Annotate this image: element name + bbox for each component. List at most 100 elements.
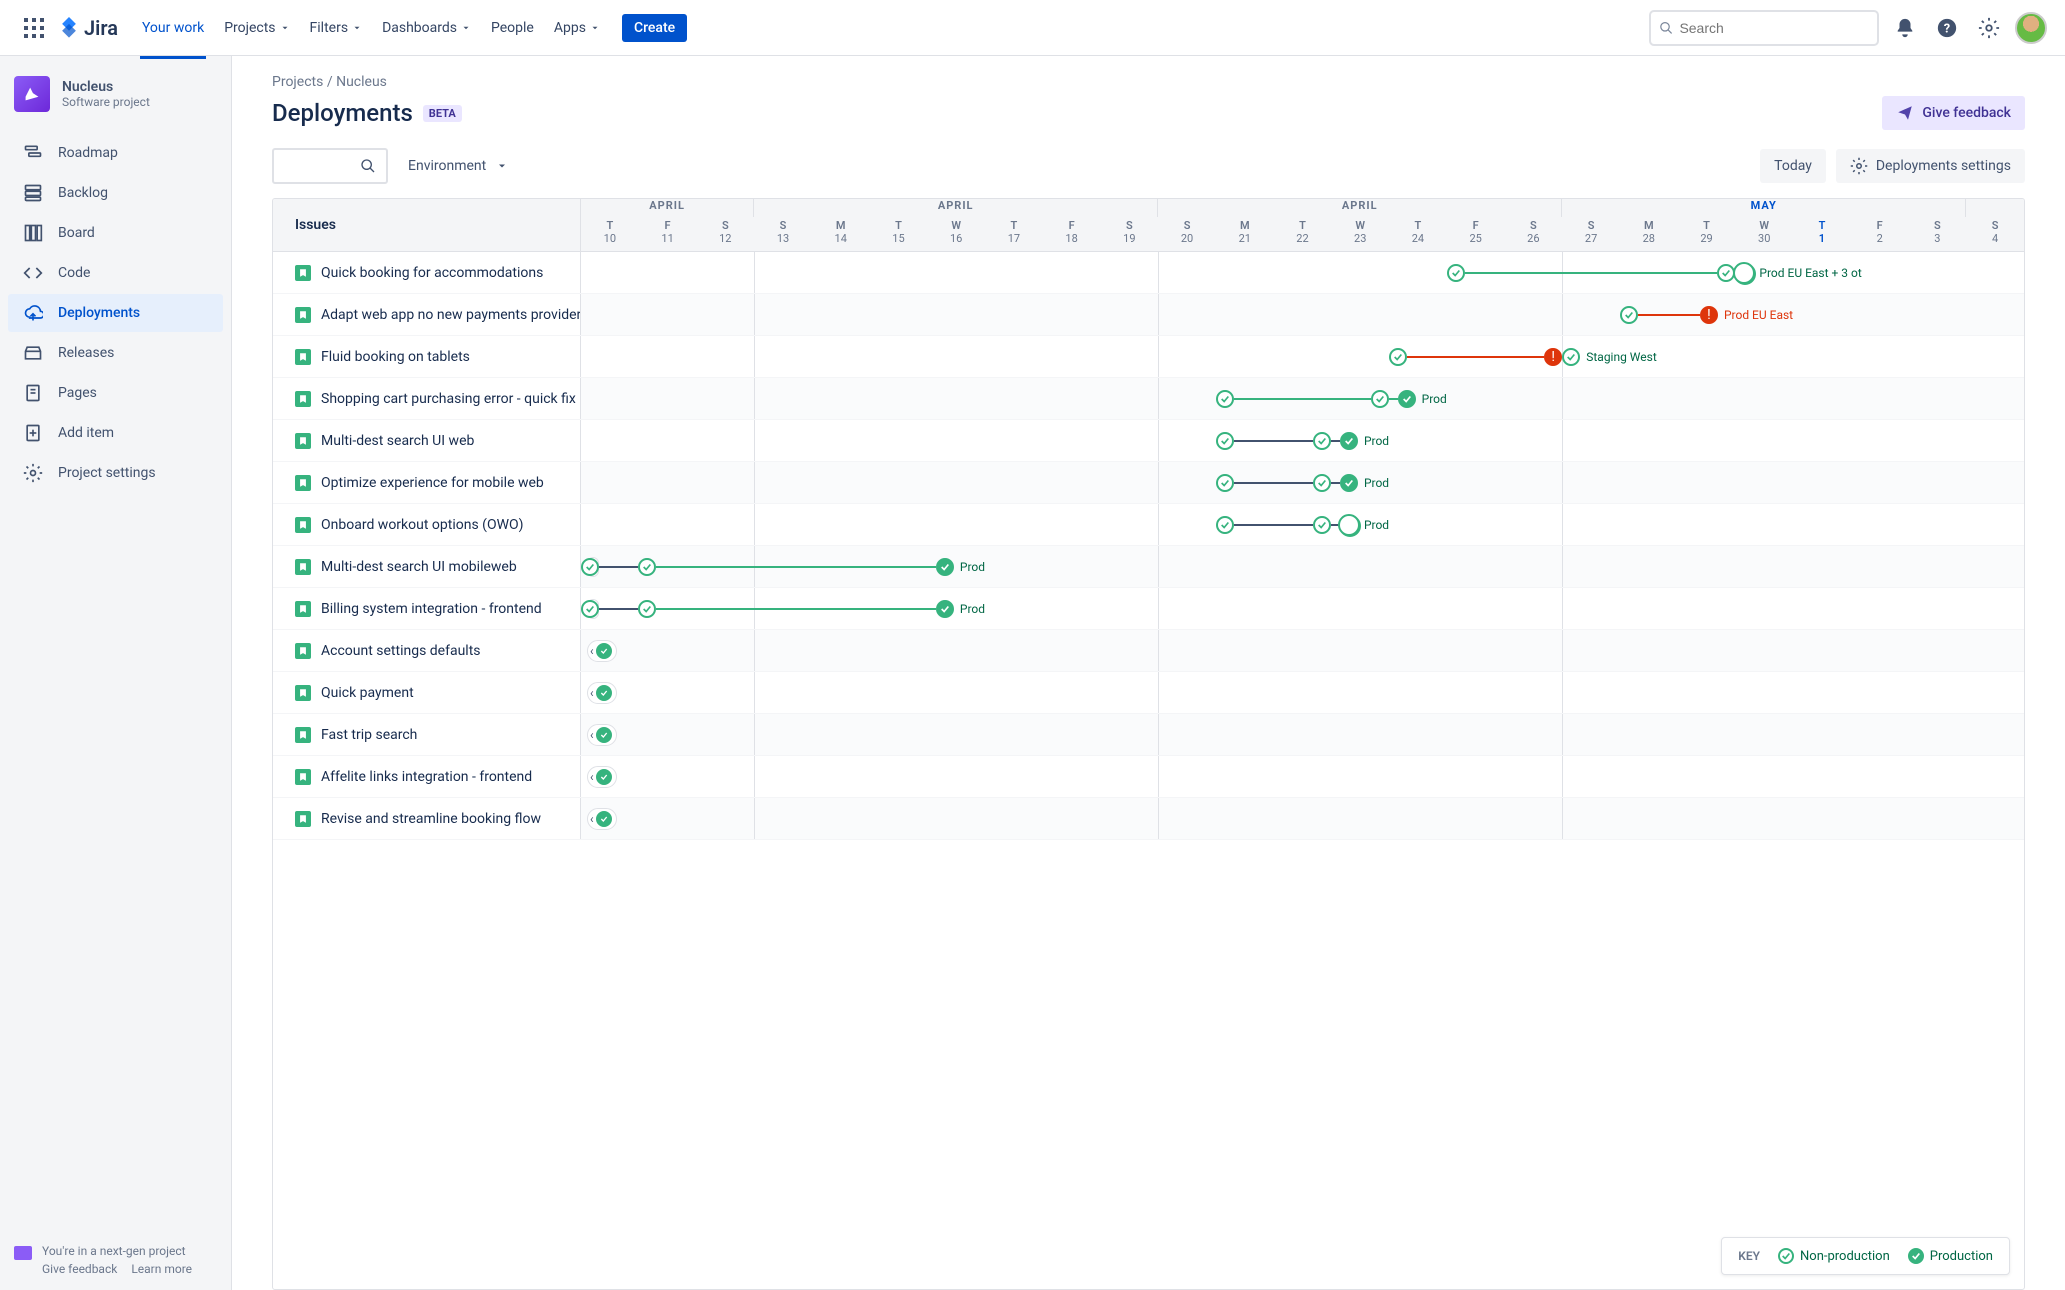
legend-key-label: KEY: [1738, 1249, 1760, 1263]
deployments-settings-button[interactable]: Deployments settings: [1836, 149, 2025, 183]
deployment-segment[interactable]: Prod: [1389, 390, 1447, 408]
offscreen-chevron[interactable]: ‹: [587, 682, 617, 704]
timeline-cell: ‹: [581, 630, 2024, 671]
help-icon[interactable]: ?: [1931, 12, 1963, 44]
story-icon: [295, 517, 311, 533]
deployment-segment[interactable]: Prod: [656, 558, 985, 576]
global-search[interactable]: [1649, 10, 1879, 46]
notifications-icon[interactable]: [1889, 12, 1921, 44]
sidebar-item-add-item[interactable]: Add item: [8, 414, 223, 452]
issue-cell[interactable]: Fluid booking on tablets: [273, 336, 581, 377]
timeline-cell: Prod: [581, 504, 2024, 545]
environment-dropdown[interactable]: Environment: [408, 158, 508, 174]
issue-cell[interactable]: Billing system integration - frontend: [273, 588, 581, 629]
timeline-cell: Prod: [581, 462, 2024, 503]
deployment-segment[interactable]: [1216, 390, 1389, 408]
issue-cell[interactable]: Onboard workout options (OWO): [273, 504, 581, 545]
search-input[interactable]: [1679, 20, 1869, 36]
table-row: Multi-dest search UI web Prod: [273, 420, 2024, 462]
issue-cell[interactable]: Revise and streamline booking flow: [273, 798, 581, 839]
deployment-segment[interactable]: !: [1389, 348, 1562, 366]
issue-cell[interactable]: Quick payment: [273, 672, 581, 713]
nav-people[interactable]: People: [481, 14, 544, 42]
timeline-cell: ‹: [581, 672, 2024, 713]
deployment-segment[interactable]: Prod: [1331, 432, 1389, 450]
offscreen-chevron[interactable]: ‹: [587, 766, 617, 788]
sidebar-item-backlog[interactable]: Backlog: [8, 174, 223, 212]
deployment-segment[interactable]: [581, 558, 656, 576]
footer-feedback-link[interactable]: Give feedback: [42, 1262, 117, 1276]
apps-switcher-icon[interactable]: [18, 12, 50, 44]
table-row: Shopping cart purchasing error - quick f…: [273, 378, 2024, 420]
deployment-segment[interactable]: Prod: [1331, 516, 1389, 534]
toolbar: Environment Today Deployments settings: [272, 148, 2025, 184]
deployment-segment[interactable]: Prod: [656, 600, 985, 618]
story-icon: [295, 265, 311, 281]
footer-line: You're in a next-gen project: [42, 1244, 192, 1258]
give-feedback-button[interactable]: Give feedback: [1882, 96, 2025, 130]
search-icon: [1659, 20, 1673, 36]
crumb-project[interactable]: Nucleus: [336, 74, 387, 90]
create-button[interactable]: Create: [622, 14, 687, 42]
sidebar-item-project-settings[interactable]: Project settings: [8, 454, 223, 492]
offscreen-chevron[interactable]: ‹: [587, 808, 617, 830]
nav-projects[interactable]: Projects: [214, 14, 299, 42]
story-icon: [295, 349, 311, 365]
code-icon: [22, 263, 44, 283]
jira-logo[interactable]: Jira: [58, 16, 118, 40]
issue-cell[interactable]: Affelite links integration - frontend: [273, 756, 581, 797]
table-row: Multi-dest search UI mobileweb‹Prod: [273, 546, 2024, 588]
deployment-segment[interactable]: Staging West: [1562, 348, 1620, 366]
table-row: Affelite links integration - frontend ‹: [273, 756, 2024, 798]
issue-cell[interactable]: Optimize experience for mobile web: [273, 462, 581, 503]
issue-cell[interactable]: Account settings defaults: [273, 630, 581, 671]
issue-cell[interactable]: Quick booking for accommodations: [273, 252, 581, 293]
deployment-segment[interactable]: [1216, 432, 1331, 450]
pages-icon: [22, 383, 44, 403]
offscreen-chevron[interactable]: ‹: [587, 640, 617, 662]
project-name: Nucleus: [62, 79, 150, 95]
deployment-segment[interactable]: !Prod EU East: [1620, 306, 1793, 324]
story-icon: [295, 811, 311, 827]
deployment-segment[interactable]: [1216, 516, 1331, 534]
content: Projects / Nucleus Deployments BETA Give…: [232, 56, 2065, 1290]
sidebar: Nucleus Software project RoadmapBacklogB…: [0, 56, 232, 1290]
issue-cell[interactable]: Multi-dest search UI mobileweb: [273, 546, 581, 587]
footer-learn-link[interactable]: Learn more: [131, 1262, 192, 1276]
nav-filters[interactable]: Filters: [300, 14, 373, 42]
issue-cell[interactable]: Multi-dest search UI web: [273, 420, 581, 461]
sidebar-item-code[interactable]: Code: [8, 254, 223, 292]
nav-dashboards[interactable]: Dashboards: [372, 14, 481, 42]
issue-cell[interactable]: Shopping cart purchasing error - quick f…: [273, 378, 581, 419]
timeline-cell: Prod: [581, 378, 2024, 419]
sidebar-item-deployments[interactable]: Deployments: [8, 294, 223, 332]
deployment-segment[interactable]: Prod EU East + 3 ot: [1735, 264, 1793, 282]
nextgen-icon: [14, 1246, 32, 1260]
deployment-segment[interactable]: [1447, 264, 1736, 282]
story-icon: [295, 391, 311, 407]
timeline-cell: ‹Prod: [581, 588, 2024, 629]
issue-cell[interactable]: Fast trip search: [273, 714, 581, 755]
offscreen-chevron[interactable]: ‹: [587, 724, 617, 746]
nav-apps[interactable]: Apps: [544, 14, 610, 42]
product-name: Jira: [84, 16, 118, 40]
settings-icon[interactable]: [1973, 12, 2005, 44]
timeline-header: Issues APRILAPRILAPRILMAY T10F11S12S13M1…: [273, 199, 2024, 252]
today-button[interactable]: Today: [1760, 149, 1826, 183]
timeline-cell: ‹: [581, 798, 2024, 839]
nav-your-work[interactable]: Your work: [132, 14, 214, 42]
sidebar-item-board[interactable]: Board: [8, 214, 223, 252]
sidebar-item-pages[interactable]: Pages: [8, 374, 223, 412]
crumb-projects[interactable]: Projects: [272, 74, 323, 90]
sidebar-item-releases[interactable]: Releases: [8, 334, 223, 372]
sidebar-item-roadmap[interactable]: Roadmap: [8, 134, 223, 172]
deployment-segment[interactable]: [1216, 474, 1331, 492]
issue-cell[interactable]: Adapt web app no new payments provider: [273, 294, 581, 335]
avatar[interactable]: [2015, 12, 2047, 44]
story-icon: [295, 601, 311, 617]
deployment-segment[interactable]: Prod: [1331, 474, 1389, 492]
timeline-cell: Prod EU East + 3 ot: [581, 252, 2024, 293]
project-header[interactable]: Nucleus Software project: [0, 76, 231, 132]
deployment-segment[interactable]: [581, 600, 656, 618]
filter-search[interactable]: [272, 148, 388, 184]
